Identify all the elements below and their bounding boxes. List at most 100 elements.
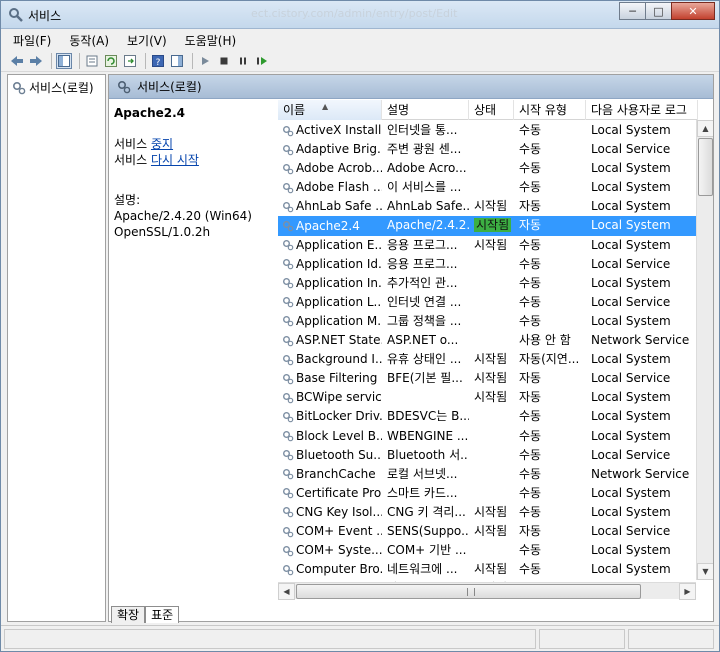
close-button[interactable]: ✕ (671, 2, 715, 20)
service-gear-icon (283, 564, 294, 576)
service-row[interactable]: Adaptive Brig... 주변 광원 센... 수동 Local Servic… (278, 140, 698, 159)
service-row[interactable]: Application E... 응용 프로그... 시작됨 수동 Local Syst… (278, 236, 698, 255)
service-row[interactable]: Application L... 인터넷 연결 ... 수동 Local Servic… (278, 293, 698, 312)
service-status-cell (469, 446, 514, 465)
menu-view[interactable]: 보기(V) (123, 31, 171, 50)
column-header-status[interactable]: 상태 (469, 100, 514, 120)
back-arrow-icon (11, 55, 23, 66)
service-log-on-as: Local System (591, 237, 671, 252)
show-hide-tree-button[interactable] (56, 52, 72, 69)
column-header-name[interactable]: ▲ 이름 (278, 100, 382, 120)
tree-item-services-local[interactable]: 서비스(로컬) (12, 79, 94, 96)
horizontal-scroll-thumb[interactable] (296, 584, 641, 599)
column-header-log-on-as[interactable]: 다음 사용자로 로그 (586, 100, 698, 120)
service-row[interactable]: Application Id... 응용 프로그... 수동 Local Servic… (278, 255, 698, 274)
service-row[interactable]: Bluetooth Su... Bluetooth 서... 수동 Local Ser… (278, 446, 698, 465)
restart-service-button[interactable] (254, 53, 270, 69)
horizontal-scrollbar[interactable]: ◀ ▶ (278, 582, 696, 600)
service-name: COM+ Syste... (296, 543, 382, 558)
service-row[interactable]: Block Level B... WBENGINE ... 수동 Local Syst… (278, 427, 698, 446)
service-row[interactable]: COM+ Event ... SENS(Suppo... 시작됨 자동 Local Se… (278, 522, 698, 541)
tab-standard[interactable]: 표준 (145, 606, 180, 623)
service-name-cell: Block Level B... (278, 427, 382, 446)
service-gear-icon (283, 335, 294, 346)
service-row[interactable]: CNG Key Isol... CNG 키 격리... 시작됨 수동 Local Sys… (278, 503, 698, 522)
help-button[interactable]: ? (150, 53, 166, 69)
maximize-button[interactable]: □ (645, 2, 672, 20)
service-row[interactable]: Adobe Flash ... 이 서비스를 ... 수동 Local System (278, 178, 698, 197)
sort-ascending-icon: ▲ (322, 102, 329, 111)
scroll-up-button[interactable]: ▲ (697, 120, 713, 137)
minimize-button[interactable]: ─ (619, 2, 646, 20)
vertical-scrollbar[interactable]: ▲ ▼ (696, 120, 713, 580)
refresh-icon (105, 54, 117, 67)
service-row[interactable]: Application M... 그룹 정책을 ... 수동 Local System (278, 312, 698, 331)
service-startup-type: 자동 (519, 390, 542, 405)
view-pane-button[interactable] (169, 53, 185, 69)
toolbar-separator (192, 52, 193, 69)
title-bar[interactable]: 서비스 ect.cistory.com/admin/entry/post/Edi… (1, 1, 719, 29)
start-service-button[interactable] (197, 53, 213, 69)
menu-action[interactable]: 동작(A) (65, 31, 113, 50)
service-log-on-as: Local System (591, 123, 671, 137)
scroll-left-button[interactable]: ◀ (278, 583, 295, 600)
tab-extended[interactable]: 확장 (111, 606, 146, 623)
restart-service-link[interactable]: 다시 시작 (151, 153, 199, 167)
pause-service-button[interactable] (235, 53, 251, 69)
main-pane-header: 서비스(로컬) (109, 75, 713, 99)
service-row[interactable]: ActiveX Install... 인터넷을 통... 수동 Local Syste… (278, 121, 698, 140)
service-row[interactable]: Application In... 추가적인 관... 수동 Local System (278, 274, 698, 293)
scroll-right-button[interactable]: ▶ (679, 583, 696, 600)
service-startup-type: 자동 (519, 371, 542, 386)
service-name: Background I... (296, 352, 382, 367)
service-row[interactable]: Certificate Pro... 스마트 카드... 수동 Local Syste… (278, 484, 698, 503)
service-row[interactable]: Base Filtering ... BFE(기본 필... 시작됨 자동 Local … (278, 369, 698, 388)
service-status: 시작됨 (474, 504, 508, 519)
service-name: Base Filtering ... (296, 371, 382, 386)
service-startup-type: 사용 안 함 (519, 333, 571, 348)
service-description: 주변 광원 센... (387, 142, 462, 157)
service-gear-icon (283, 316, 294, 327)
menu-file[interactable]: 파일(F) (9, 31, 55, 50)
stop-service-link[interactable]: 중지 (151, 137, 173, 151)
service-gear-icon (283, 297, 294, 308)
service-status-cell (469, 407, 514, 426)
service-name-cell: CNG Key Isol... (278, 503, 382, 522)
service-row[interactable]: Background I... 유휴 상태인 ... 시작됨 자동(지연... Loca… (278, 350, 698, 369)
service-name: BCWipe service (296, 390, 382, 405)
service-row[interactable]: Adobe Acrob... Adobe Acro... 수동 Local Syste… (278, 159, 698, 178)
column-header-description[interactable]: 설명 (382, 100, 469, 120)
service-row[interactable]: BCWipe service 시작됨 자동 Local System (278, 388, 698, 407)
service-row[interactable]: ASP.NET State... ASP.NET o... 사용 안 함 Networ… (278, 331, 698, 350)
service-row[interactable]: Computer Bro... 네트워크에 ... 시작됨 수동 Local Syste… (278, 560, 698, 579)
service-description: 그룹 정책을 ... (387, 313, 462, 328)
menu-help[interactable]: 도움말(H) (181, 31, 241, 50)
stop-service-button[interactable] (216, 53, 232, 69)
vertical-scroll-thumb[interactable] (698, 138, 713, 196)
service-log-on-as: Local Service (591, 294, 671, 309)
service-gear-icon (283, 488, 294, 499)
maximize-icon: □ (653, 4, 664, 18)
service-description: 추가적인 관... (387, 275, 458, 290)
service-description: Bluetooth 서... (387, 447, 469, 462)
properties-button[interactable] (84, 53, 100, 69)
service-name: Application In... (296, 275, 382, 290)
service-row[interactable]: AhnLab Safe ... AhnLab Safe... 시작됨 자동 Local … (278, 197, 698, 216)
refresh-button[interactable] (103, 53, 119, 69)
forward-button[interactable] (28, 53, 44, 69)
service-name: ActiveX Install... (296, 123, 382, 138)
service-name-cell: Bluetooth Su... (278, 446, 382, 465)
service-row[interactable]: COM+ Syste... COM+ 기반 ... 수동 Local System (278, 541, 698, 560)
export-list-button[interactable] (122, 53, 138, 69)
service-gear-icon (283, 526, 294, 537)
service-row[interactable]: BranchCache 로컬 서브넷... 수동 Network Service (278, 465, 698, 484)
scroll-down-button[interactable]: ▼ (697, 563, 713, 580)
back-button[interactable] (9, 53, 25, 69)
service-row[interactable]: BitLocker Driv... BDESVC는 B... 수동 Local Sys… (278, 407, 698, 426)
service-row[interactable]: Apache2.4 Apache/2.4.2... 시작됨 자동 Local Syste… (278, 216, 698, 236)
service-gear-icon (283, 259, 294, 270)
column-header-startup-type[interactable]: 시작 유형 (514, 100, 586, 120)
service-gear-icon (283, 163, 294, 175)
service-name: Computer Bro... (296, 562, 382, 577)
service-gear-icon (283, 354, 294, 365)
